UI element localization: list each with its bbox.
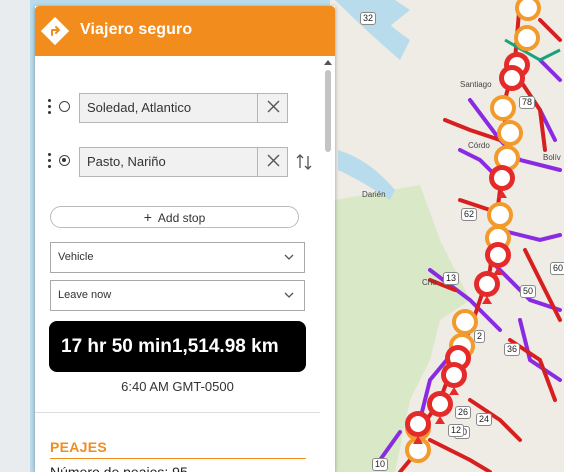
add-stop-label: Add stop: [157, 211, 206, 225]
route-summary: 17 hr 50 min1,514.98 km: [49, 321, 306, 372]
add-stop-button[interactable]: + Add stop: [50, 206, 299, 228]
road-number: 24: [476, 413, 493, 426]
panel-content: Soledad, Atlantico Pasto, Nariño + Add s…: [35, 56, 335, 472]
departure-time-value: Leave now: [58, 289, 112, 301]
road-number: 10: [372, 458, 389, 471]
route-duration: 17 hr 50 min: [61, 336, 172, 357]
swap-stops-button[interactable]: [295, 152, 313, 172]
origin-radio[interactable]: [59, 101, 70, 112]
road-number: 60: [550, 262, 564, 275]
drag-handle-icon[interactable]: [48, 153, 52, 171]
road-number: 2: [474, 330, 486, 343]
clear-destination-button[interactable]: [257, 147, 288, 177]
panel-title: Viajero seguro: [80, 21, 193, 38]
clear-origin-button[interactable]: [257, 93, 288, 123]
chevron-down-icon: [284, 292, 294, 298]
directions-icon: [41, 17, 69, 45]
chevron-down-icon: [284, 254, 294, 260]
directions-panel: Viajero seguro Soledad, Atlantico Pasto,…: [35, 6, 335, 472]
section-underline: [50, 458, 306, 459]
departure-time-text: 6:40 AM GMT-0500: [121, 379, 234, 394]
map-place-label: Cho: [422, 278, 437, 287]
road-number: 78: [519, 96, 536, 109]
toll-count-text: Número de peajes: 95: [50, 464, 188, 472]
stop-origin: Soledad, Atlantico: [35, 92, 325, 124]
tolls-section-title: PEAJES: [50, 439, 108, 455]
panel-header: Viajero seguro: [35, 6, 335, 56]
road-number: 12: [448, 424, 465, 437]
panel-scrollbar[interactable]: [324, 56, 332, 472]
scroll-up-icon[interactable]: [324, 60, 332, 65]
swap-icon: [296, 154, 312, 170]
close-icon: [267, 100, 280, 113]
stop-destination: Pasto, Nariño: [35, 146, 325, 178]
road-number: 50: [520, 285, 537, 298]
road-number: 62: [461, 208, 478, 221]
destination-radio[interactable]: [59, 155, 70, 166]
map-place-label: Santiago: [460, 80, 492, 89]
divider: [35, 412, 320, 413]
route-distance: 1,514.98 km: [171, 336, 279, 357]
map-place-label: Darién: [362, 190, 386, 199]
travel-mode-select[interactable]: Vehicle: [50, 242, 305, 273]
map-place-label: Bolív: [543, 153, 561, 162]
plus-icon: +: [143, 209, 152, 225]
close-icon: [267, 154, 280, 167]
road-number: 36: [504, 343, 521, 356]
map-place-label: Córdo: [468, 141, 490, 150]
travel-mode-value: Vehicle: [58, 251, 94, 263]
scrollbar-thumb[interactable]: [325, 70, 331, 152]
road-number: 32: [360, 12, 377, 25]
departure-time-select[interactable]: Leave now: [50, 280, 305, 311]
road-number: 13: [443, 272, 460, 285]
road-number: 26: [455, 406, 472, 419]
drag-handle-icon[interactable]: [48, 99, 52, 117]
